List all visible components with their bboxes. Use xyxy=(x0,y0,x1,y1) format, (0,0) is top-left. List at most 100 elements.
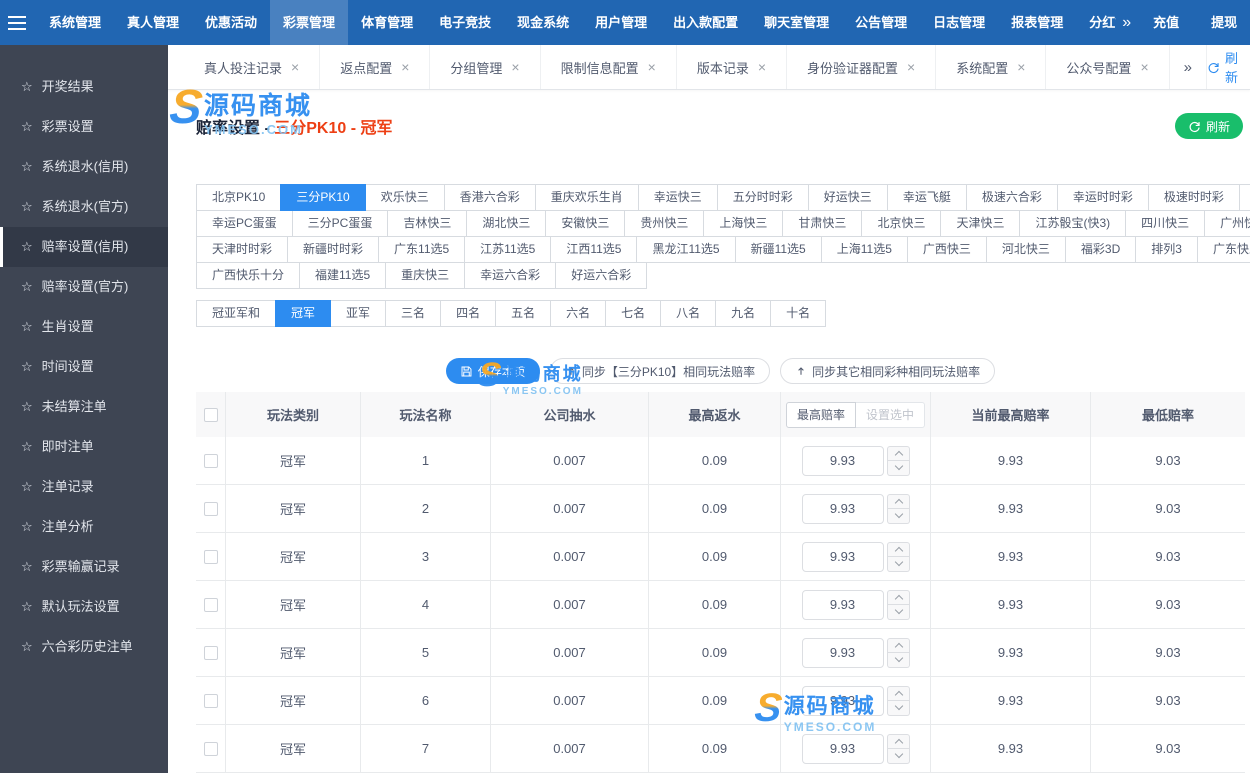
open-tab[interactable]: 公众号配置 × xyxy=(1046,45,1170,89)
spinner-down-button[interactable] xyxy=(886,604,910,620)
navbar-item[interactable]: 电子竞技 xyxy=(426,0,504,45)
navbar-item[interactable]: 优惠活动 xyxy=(192,0,270,45)
sidebar-item[interactable]: ☆ 开奖结果 xyxy=(0,67,168,107)
close-icon[interactable]: × xyxy=(401,59,409,75)
lottery-tab[interactable]: 重庆快三 xyxy=(385,262,466,289)
close-icon[interactable]: × xyxy=(511,59,519,75)
lottery-tab[interactable]: 上海11选5 xyxy=(820,236,908,263)
lottery-tab[interactable]: 福建11选5 xyxy=(299,262,387,289)
lottery-tab[interactable]: 幸运PC蛋蛋 xyxy=(196,210,293,237)
sync-same-lottery-button[interactable]: 同步【三分PK10】相同玩法赔率 xyxy=(549,358,771,384)
odds-input[interactable] xyxy=(801,637,884,668)
open-tab[interactable]: 真人投注记录 × xyxy=(184,45,321,89)
lottery-tab[interactable]: 四川快三 xyxy=(1125,210,1206,237)
play-tab[interactable]: 九名 xyxy=(715,300,772,327)
navbar-item[interactable]: 公告管理 xyxy=(842,0,920,45)
open-tab[interactable]: 分组管理 × xyxy=(430,45,541,89)
select-all-checkbox[interactable] xyxy=(203,407,218,422)
open-tab[interactable]: 版本记录 × xyxy=(677,45,788,89)
lottery-tab[interactable]: 好运快三 xyxy=(807,184,888,211)
sidebar-item[interactable]: ☆ 系统退水(信用) xyxy=(0,147,168,187)
sidebar-item[interactable]: ☆ 生肖设置 xyxy=(0,307,168,347)
lottery-tab[interactable]: 幸运飞艇 xyxy=(886,184,967,211)
sidebar-item[interactable]: ☆ 彩票输赢记录 xyxy=(0,547,168,587)
row-checkbox[interactable] xyxy=(203,549,218,564)
spinner-up-button[interactable] xyxy=(886,733,910,749)
spinner-down-button[interactable] xyxy=(886,508,910,524)
play-tab[interactable]: 冠军 xyxy=(275,300,332,327)
navbar-item[interactable]: 现金系统 xyxy=(504,0,582,45)
play-tab[interactable]: 四名 xyxy=(440,300,497,327)
sidebar-item[interactable]: ☆ 即时注单 xyxy=(0,427,168,467)
lottery-tab[interactable]: 贵州快三 xyxy=(624,210,705,237)
sidebar-item[interactable]: ☆ 彩票设置 xyxy=(0,107,168,147)
navbar-item[interactable]: 出入款配置 xyxy=(660,0,751,45)
lottery-tab[interactable]: 新疆11选5 xyxy=(734,236,822,263)
odds-input[interactable] xyxy=(801,733,884,764)
lottery-tab[interactable]: 黑龙江11选5 xyxy=(636,236,736,263)
lottery-tab[interactable]: 江西11选5 xyxy=(550,236,638,263)
play-tab[interactable]: 十名 xyxy=(770,300,827,327)
sidebar-item[interactable]: ☆ 未结算注单 xyxy=(0,387,168,427)
lottery-tab[interactable]: 五分时时彩 xyxy=(716,184,809,211)
play-tab[interactable]: 五名 xyxy=(495,300,552,327)
refresh-button[interactable]: 刷新 xyxy=(1174,113,1243,139)
close-icon[interactable]: × xyxy=(648,59,656,75)
play-tab[interactable]: 三名 xyxy=(385,300,442,327)
navbar-item[interactable]: 系统管理 xyxy=(36,0,114,45)
lottery-tab[interactable]: 北京快三 xyxy=(861,210,942,237)
lottery-tab[interactable]: 三分PK10 xyxy=(280,184,366,211)
spinner-up-button[interactable] xyxy=(886,445,910,461)
apply-selected-header-button[interactable]: 设置选中 xyxy=(856,401,926,428)
lottery-tab[interactable]: 新疆时时彩 xyxy=(287,236,380,263)
lottery-tab[interactable]: 幸运时时彩 xyxy=(1056,184,1149,211)
lottery-tab[interactable]: 江苏骰宝(快3) xyxy=(1019,210,1127,237)
close-icon[interactable]: × xyxy=(1017,59,1025,75)
navbar-recharge[interactable]: 充值 xyxy=(1137,0,1195,45)
spinner-up-button[interactable] xyxy=(886,685,910,701)
sidebar-item[interactable]: ☆ 注单分析 xyxy=(0,507,168,547)
lottery-tab[interactable]: 广东11选5 xyxy=(378,236,466,263)
lottery-tab[interactable]: 幸运快三 xyxy=(637,184,718,211)
lottery-tab[interactable]: 广东快乐十分 xyxy=(1196,236,1250,263)
close-icon[interactable]: × xyxy=(907,59,915,75)
lottery-tab[interactable]: 甘肃快三 xyxy=(782,210,863,237)
lottery-tab[interactable]: 北京PK10 xyxy=(196,184,282,211)
open-tab[interactable]: 系统配置 × xyxy=(936,45,1047,89)
row-checkbox[interactable] xyxy=(203,693,218,708)
sidebar-item[interactable]: ☆ 赔率设置(信用) xyxy=(0,227,168,267)
spinner-up-button[interactable] xyxy=(886,589,910,605)
open-tab[interactable]: 限制信息配置 × xyxy=(541,45,677,89)
row-checkbox[interactable] xyxy=(203,453,218,468)
lottery-tab[interactable]: 三分时时彩 xyxy=(1238,184,1250,211)
sidebar-item[interactable]: ☆ 六合彩历史注单 xyxy=(0,627,168,667)
lottery-tab[interactable]: 好运六合彩 xyxy=(555,262,648,289)
lottery-tab[interactable]: 重庆欢乐生肖 xyxy=(534,184,639,211)
lottery-tab[interactable]: 三分PC蛋蛋 xyxy=(291,210,389,237)
close-icon[interactable]: × xyxy=(758,59,766,75)
navbar-item[interactable]: 彩票管理 xyxy=(270,0,349,45)
lottery-tab[interactable]: 排列3 xyxy=(1135,236,1198,263)
spinner-up-button[interactable] xyxy=(886,637,910,653)
play-tab[interactable]: 六名 xyxy=(550,300,607,327)
lottery-tab[interactable]: 江苏11选5 xyxy=(464,236,552,263)
odds-input[interactable] xyxy=(801,445,884,476)
lottery-tab[interactable]: 天津时时彩 xyxy=(196,236,289,263)
odds-input[interactable] xyxy=(801,685,884,716)
row-checkbox[interactable] xyxy=(203,501,218,516)
play-tab[interactable]: 亚军 xyxy=(330,300,387,327)
lottery-tab[interactable]: 极速六合彩 xyxy=(965,184,1058,211)
play-tab[interactable]: 冠亚军和 xyxy=(196,300,277,327)
lottery-tab[interactable]: 极速时时彩 xyxy=(1147,184,1240,211)
spinner-down-button[interactable] xyxy=(886,652,910,668)
lottery-tab[interactable]: 幸运六合彩 xyxy=(464,262,557,289)
spinner-down-button[interactable] xyxy=(886,556,910,572)
navbar-overflow-icon[interactable]: » xyxy=(1116,0,1137,45)
play-tab[interactable]: 七名 xyxy=(605,300,662,327)
sync-other-lottery-button[interactable]: 同步其它相同彩种相同玩法赔率 xyxy=(780,358,996,384)
row-checkbox[interactable] xyxy=(203,741,218,756)
odds-input[interactable] xyxy=(801,589,884,620)
navbar-item[interactable]: 报表管理 xyxy=(998,0,1076,45)
lottery-tab[interactable]: 福彩3D xyxy=(1064,236,1137,263)
navbar-item[interactable]: 聊天室管理 xyxy=(751,0,842,45)
